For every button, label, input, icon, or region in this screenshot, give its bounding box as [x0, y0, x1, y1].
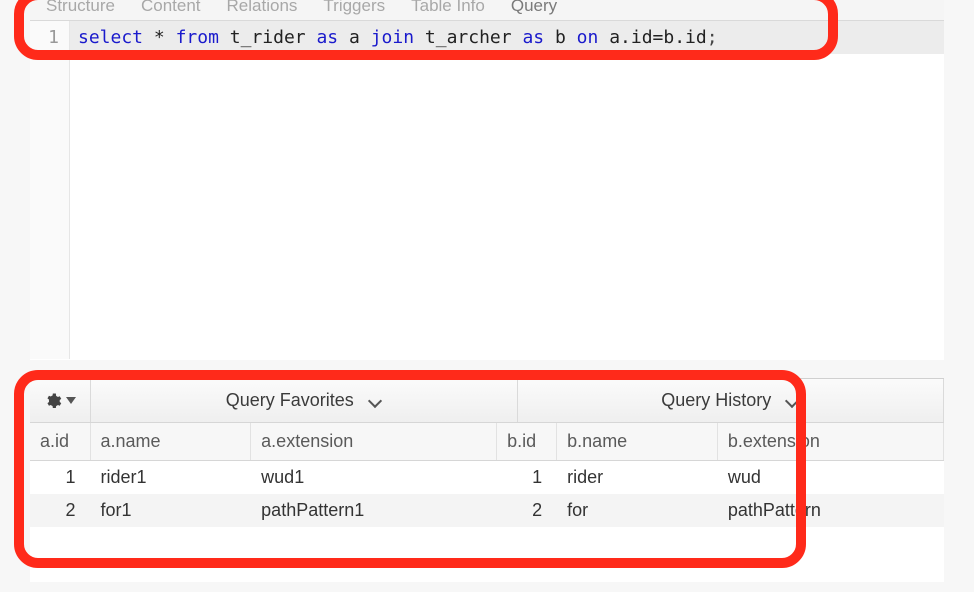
kw-as-1: as [316, 27, 338, 48]
gear-icon [44, 392, 62, 410]
cell-a-id: 2 [30, 494, 90, 527]
tab-triggers[interactable]: Triggers [317, 0, 391, 20]
kw-on: on [577, 27, 599, 48]
cell-a-id: 1 [30, 461, 90, 495]
tok-star: * [154, 27, 165, 48]
cell-a-ext: wud1 [251, 461, 497, 495]
tok-alias-b: b [555, 27, 566, 48]
tab-content[interactable]: Content [135, 0, 207, 20]
cell-b-name: for [557, 494, 718, 527]
results-panel: Query Favorites Query History a.id a.nam… [30, 378, 944, 582]
kw-select: select [78, 27, 143, 48]
cell-b-ext: pathPattern [717, 494, 943, 527]
tok-condition: a.id=b.id [609, 27, 707, 48]
tok-alias-a: a [349, 27, 360, 48]
editor-tabs: Structure Content Relations Triggers Tab… [30, 0, 944, 20]
gutter [30, 54, 70, 359]
results-toolbar: Query Favorites Query History [30, 379, 944, 423]
cell-a-ext: pathPattern1 [251, 494, 497, 527]
table-row[interactable]: 1 rider1 wud1 1 rider wud [30, 461, 944, 495]
cell-b-id: 2 [497, 494, 557, 527]
cell-a-name: rider1 [90, 461, 251, 495]
sql-code-line[interactable]: select * from t_rider as a join t_archer… [70, 21, 944, 54]
col-a-id[interactable]: a.id [30, 423, 90, 461]
tab-structure[interactable]: Structure [40, 0, 121, 20]
tok-tarcher: t_archer [425, 27, 512, 48]
cell-b-id: 1 [497, 461, 557, 495]
table-header-row: a.id a.name a.extension b.id b.name b.ex… [30, 423, 944, 461]
cell-a-name: for1 [90, 494, 251, 527]
tok-trider: t_rider [230, 27, 306, 48]
cell-b-name: rider [557, 461, 718, 495]
results-table[interactable]: a.id a.name a.extension b.id b.name b.ex… [30, 423, 944, 527]
kw-as-2: as [522, 27, 544, 48]
query-history-label: Query History [661, 390, 771, 411]
tab-relations[interactable]: Relations [221, 0, 304, 20]
chevron-down-icon [785, 394, 799, 408]
cell-b-ext: wud [717, 461, 943, 495]
col-b-id[interactable]: b.id [497, 423, 557, 461]
col-a-name[interactable]: a.name [90, 423, 251, 461]
table-row[interactable]: 2 for1 pathPattern1 2 for pathPattern [30, 494, 944, 527]
col-a-extension[interactable]: a.extension [251, 423, 497, 461]
tab-table-info[interactable]: Table Info [405, 0, 491, 20]
line-number: 1 [30, 21, 70, 54]
col-b-name[interactable]: b.name [557, 423, 718, 461]
tok-semicolon: ; [707, 27, 718, 48]
kw-from: from [176, 27, 219, 48]
sql-editor[interactable]: 1 select * from t_rider as a join t_arch… [30, 20, 944, 360]
query-history-button[interactable]: Query History [518, 379, 945, 422]
col-b-extension[interactable]: b.extension [717, 423, 943, 461]
chevron-down-icon [368, 394, 382, 408]
query-favorites-button[interactable]: Query Favorites [91, 379, 518, 422]
query-favorites-label: Query Favorites [226, 390, 354, 411]
gear-menu-button[interactable] [30, 379, 91, 422]
editor-body[interactable] [70, 54, 944, 359]
tab-query[interactable]: Query [505, 0, 563, 20]
kw-join: join [371, 27, 414, 48]
chevron-down-icon [66, 397, 76, 404]
